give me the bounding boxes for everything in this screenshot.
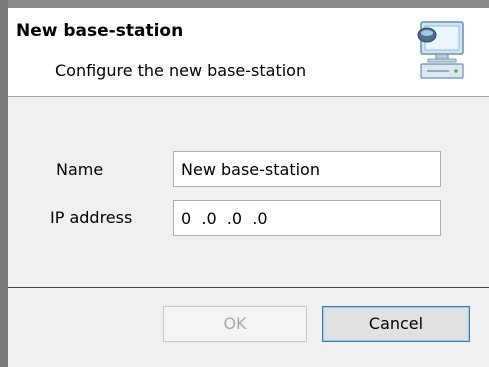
ip-address-label: IP address bbox=[50, 208, 133, 227]
cancel-button[interactable]: Cancel bbox=[322, 306, 470, 342]
name-input[interactable] bbox=[173, 151, 441, 187]
dialog-subtitle: Configure the new base-station bbox=[55, 61, 307, 80]
ok-button[interactable]: OK bbox=[163, 306, 307, 342]
name-label: Name bbox=[56, 160, 104, 179]
window-left-border bbox=[0, 0, 8, 367]
ip-address-input[interactable] bbox=[173, 200, 441, 236]
computer-network-icon bbox=[417, 20, 467, 82]
dialog-title: New base-station bbox=[16, 21, 184, 41]
window-top-border bbox=[0, 0, 489, 8]
dialog-body bbox=[8, 97, 489, 287]
new-base-station-dialog: New base-station Configure the new base-… bbox=[0, 0, 489, 367]
